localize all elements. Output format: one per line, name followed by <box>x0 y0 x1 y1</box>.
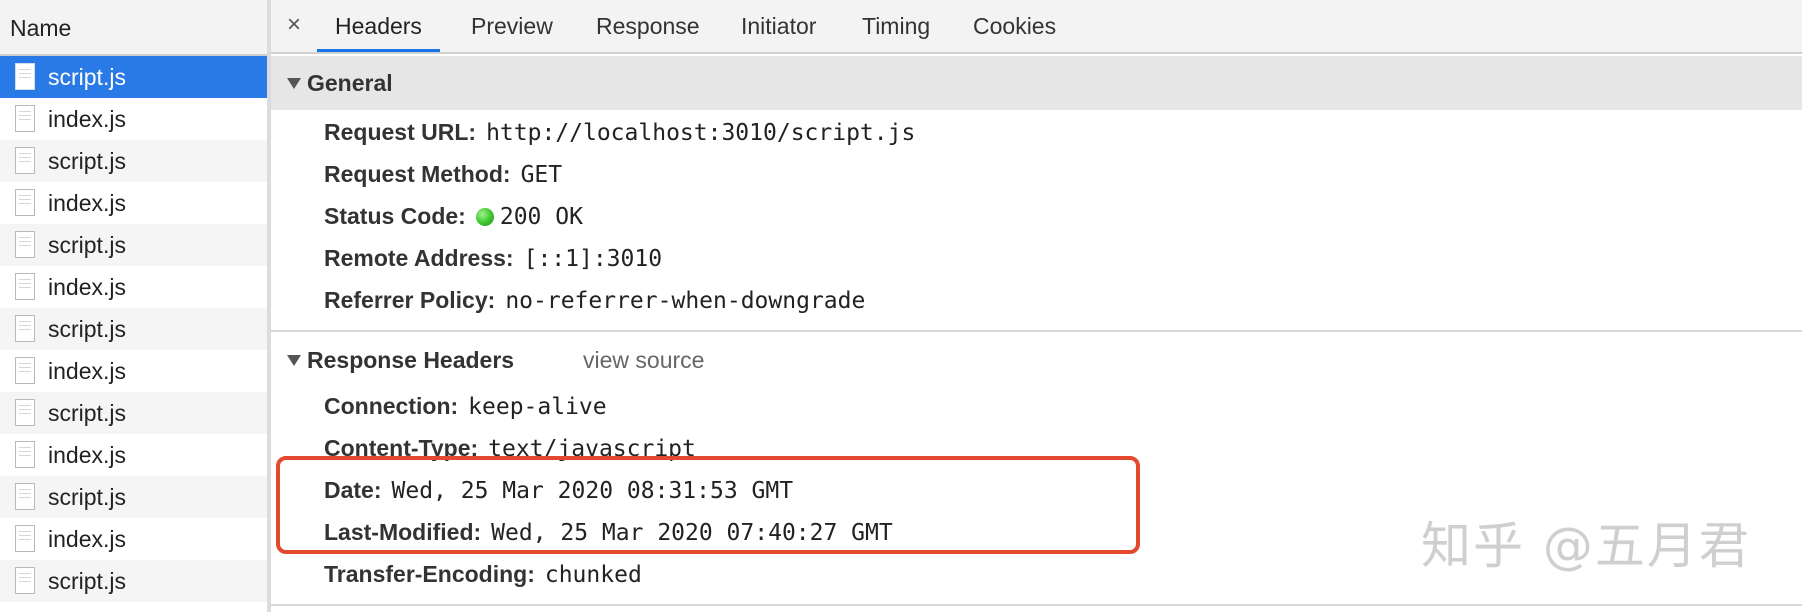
tab-initiator[interactable]: Initiator <box>741 0 816 52</box>
status-code-label: Status Code: <box>324 203 466 229</box>
close-icon[interactable]: × <box>287 10 301 40</box>
file-icon <box>15 567 35 594</box>
remote-address-label: Remote Address: <box>324 245 514 271</box>
file-icon <box>15 147 35 174</box>
request-name: index.js <box>48 526 126 552</box>
expand-triangle-icon[interactable] <box>287 78 301 89</box>
status-ok-icon <box>475 208 494 226</box>
devtools-network-panel: Name script.js index.js script.js index.js s… <box>0 0 1802 612</box>
tab-cookies[interactable]: Cookies <box>973 0 1056 52</box>
tab-response[interactable]: Response <box>596 0 700 52</box>
request-name: script.js <box>48 148 126 174</box>
transfer-encoding-label: Transfer-Encoding: <box>324 561 535 587</box>
request-list-item[interactable]: index.js <box>0 266 267 308</box>
request-name: index.js <box>48 442 126 468</box>
general-section-header[interactable]: General <box>271 56 1802 110</box>
file-icon <box>15 63 35 90</box>
connection-label: Connection: <box>324 393 459 419</box>
response-headers-section-header[interactable]: Response Headers view source <box>271 340 1802 380</box>
request-list-item[interactable]: script.js <box>0 560 267 602</box>
connection-row: Connection: keep-alive <box>324 389 607 423</box>
details-tabbar: × Headers Preview Response Initiator Tim… <box>271 0 1802 54</box>
request-list-item[interactable]: index.js <box>0 182 267 224</box>
tab-timing[interactable]: Timing <box>862 0 930 52</box>
request-name: index.js <box>48 358 126 384</box>
request-url-value: http://localhost:3010/script.js <box>486 120 916 146</box>
transfer-encoding-row: Transfer-Encoding: chunked <box>324 557 642 591</box>
request-list-panel: Name script.js index.js script.js index.js s… <box>0 0 271 612</box>
file-icon <box>15 315 35 342</box>
view-source-link[interactable]: view source <box>583 340 704 380</box>
request-name: script.js <box>48 316 126 342</box>
request-list-item[interactable]: script.js <box>0 140 267 182</box>
request-name: index.js <box>48 190 126 216</box>
referrer-policy-row: Referrer Policy: no-referrer-when-downgra… <box>324 283 865 317</box>
request-list-item[interactable]: index.js <box>0 350 267 392</box>
request-name: script.js <box>48 64 126 90</box>
file-icon <box>15 483 35 510</box>
request-name: script.js <box>48 568 126 594</box>
highlight-annotation-box <box>276 456 1140 554</box>
request-list-item[interactable]: index.js <box>0 98 267 140</box>
file-icon <box>15 105 35 132</box>
file-icon <box>15 189 35 216</box>
request-list-item[interactable]: script.js <box>0 476 267 518</box>
remote-address-row: Remote Address: [::1]:3010 <box>324 241 662 275</box>
file-icon <box>15 525 35 552</box>
request-method-label: Request Method: <box>324 161 511 187</box>
section-divider <box>271 604 1802 606</box>
request-method-row: Request Method: GET <box>324 157 562 191</box>
request-url-row: Request URL: http://localhost:3010/script… <box>324 115 915 149</box>
file-icon <box>15 399 35 426</box>
remote-address-value: [::1]:3010 <box>523 246 663 272</box>
watermark-text: 知乎 @五月君 <box>1421 517 1751 575</box>
request-method-value: GET <box>520 162 563 188</box>
status-code-row: Status Code: 200 OK <box>324 199 583 233</box>
file-icon <box>15 357 35 384</box>
referrer-policy-label: Referrer Policy: <box>324 287 496 313</box>
request-name: index.js <box>48 106 126 132</box>
request-name: script.js <box>48 232 126 258</box>
general-section-title: General <box>307 70 393 96</box>
request-list-item[interactable]: script.js <box>0 56 267 98</box>
name-column-header[interactable]: Name <box>0 0 267 56</box>
response-headers-title: Response Headers <box>307 347 515 373</box>
request-list-item[interactable]: script.js <box>0 392 267 434</box>
file-icon <box>15 273 35 300</box>
section-divider <box>271 330 1802 332</box>
file-icon <box>15 231 35 258</box>
referrer-policy-value: no-referrer-when-downgrade <box>505 288 866 314</box>
transfer-encoding-value: chunked <box>544 562 642 588</box>
tab-headers[interactable]: Headers <box>317 0 440 52</box>
expand-triangle-icon[interactable] <box>287 355 301 366</box>
connection-value: keep-alive <box>468 394 607 420</box>
request-details-panel: × Headers Preview Response Initiator Tim… <box>271 0 1802 612</box>
request-url-label: Request URL: <box>324 119 477 145</box>
request-list-item[interactable]: script.js <box>0 224 267 266</box>
file-icon <box>15 441 35 468</box>
request-list: script.js index.js script.js index.js script… <box>0 56 267 602</box>
request-list-item[interactable]: index.js <box>0 518 267 560</box>
request-list-item[interactable]: index.js <box>0 434 267 476</box>
request-name: index.js <box>48 274 126 300</box>
request-list-item[interactable]: script.js <box>0 308 267 350</box>
tab-preview[interactable]: Preview <box>471 0 553 52</box>
request-name: script.js <box>48 484 126 510</box>
status-code-value: 200 OK <box>499 204 583 230</box>
request-name: script.js <box>48 400 126 426</box>
